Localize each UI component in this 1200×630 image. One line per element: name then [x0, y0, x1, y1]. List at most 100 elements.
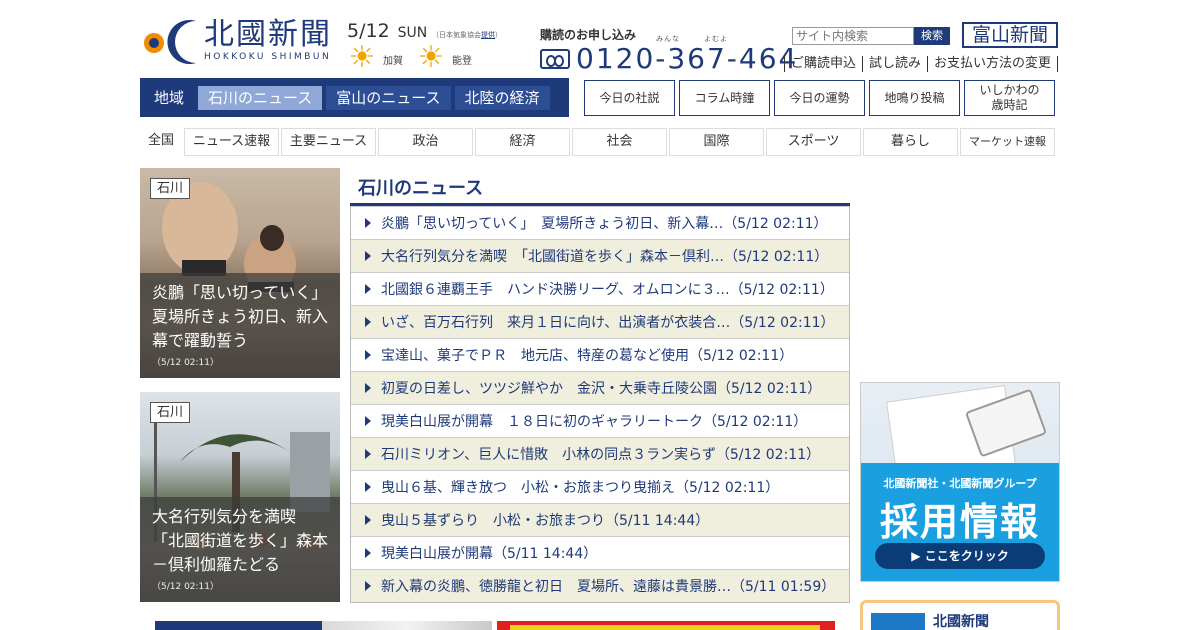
news-item-title: 宝達山、菓子でＰＲ 地元店、特産の葛など使用（5/12 02:11） [381, 348, 794, 364]
region-nav: 地域 石川のニュース 富山のニュース 北陸の経済 [140, 78, 569, 117]
sun-icon: ☀ [417, 40, 445, 75]
news-section-title: 石川のニュース [358, 178, 484, 199]
link-trial[interactable]: 試し読み [862, 56, 927, 72]
promo-name: 北國新聞 [933, 614, 989, 630]
region-tag: 石川 [150, 178, 191, 199]
feature-column-jisho[interactable]: コラム時鐘 [679, 80, 770, 116]
category-economy[interactable]: 経済 [475, 128, 570, 156]
category-breaking[interactable]: ニュース速報 [184, 128, 279, 156]
news-item[interactable]: 炎鵬「思い切っていく」 夏場所きょう初日、新入幕…（5/12 02:11） [351, 206, 849, 239]
feature-editorial[interactable]: 今日の社説 [584, 80, 675, 116]
phone-number: 0120-367-464 [576, 42, 799, 75]
news-item-title: 現美白山展が開幕（5/11 14:44） [381, 546, 598, 562]
site-search-input[interactable] [792, 27, 914, 45]
news-item[interactable]: 宝達山、菓子でＰＲ 地元店、特産の葛など使用（5/12 02:11） [351, 338, 849, 371]
weather-source-link[interactable]: 提供 [481, 31, 495, 39]
news-section-header: 石川のニュース [350, 170, 850, 206]
news-item[interactable]: 北國銀６連覇王手 ハンド決勝リーグ、オムロンに３…（5/12 02:11） [351, 272, 849, 305]
news-item-title: 炎鵬「思い切っていく」 夏場所きょう初日、新入幕…（5/12 02:11） [381, 216, 828, 232]
logo-subtitle: HOKKOKU SHIMBUN [204, 52, 332, 62]
weather-area-label: 能登 [452, 55, 472, 67]
feature-reader-posts[interactable]: 地鳴り投稿 [869, 80, 960, 116]
news-item[interactable]: 現美白山展が開幕（5/11 14:44） [351, 536, 849, 569]
hokkoku-promo-card[interactable]: 北國新聞 [860, 600, 1060, 630]
arrow-icon [365, 218, 371, 228]
news-item[interactable]: 曳山５基ずらり 小松・お旅まつり（5/11 14:44） [351, 503, 849, 536]
news-item[interactable]: 曳山６基、輝き放つ 小松・お旅まつり曳揃え（5/12 02:11） [351, 470, 849, 503]
category-society[interactable]: 社会 [572, 128, 667, 156]
tab-hokuriku-economy[interactable]: 北陸の経済 [454, 85, 550, 110]
feature-seasonal-calendar[interactable]: いしかわの歳時記 [964, 80, 1055, 116]
photo-card[interactable]: 石川 大名行列気分を満喫 「北國街道を歩く」森本－倶利伽羅たどる （5/12 0… [140, 392, 340, 602]
photo-title: 大名行列気分を満喫 「北國街道を歩く」森本－倶利伽羅たどる [152, 507, 329, 574]
arrow-icon [365, 350, 371, 360]
arrow-icon [365, 317, 371, 327]
news-item[interactable]: 石川ミリオン、巨人に惜敗 小林の同点３ラン実らず（5/12 02:11） [351, 437, 849, 470]
feature-fortune[interactable]: 今日の運勢 [774, 80, 865, 116]
arrow-icon [365, 416, 371, 426]
photo-caption: 炎鵬「思い切っていく」 夏場所きょう初日、新入幕で躍動誓う （5/12 02:1… [140, 273, 340, 378]
arrow-icon [365, 515, 371, 525]
arrow-icon [365, 449, 371, 459]
region-nav-label: 地域 [154, 88, 185, 107]
recruit-banner[interactable]: 北國新聞社・北國新聞グループ 採用情報 ▶ ここをクリック [860, 382, 1060, 582]
news-item[interactable]: 現美白山展が開幕 １８日に初のギャラリートーク（5/12 02:11） [351, 404, 849, 437]
weather-kaga[interactable]: ☀ 加賀 [347, 43, 403, 74]
news-item[interactable]: 初夏の日差し、ツツジ鮮やか 金沢・大乗寺丘陵公園（5/12 02:11） [351, 371, 849, 404]
header-links: ご購読申込 試し読み お支払い方法の変更 [784, 56, 1059, 72]
link-subscribe[interactable]: ご購読申込 [784, 56, 862, 72]
news-item[interactable]: いざ、百万石行列 来月１日に向け、出演者が衣装合…（5/12 02:11） [351, 305, 849, 338]
site-logo[interactable]: 北國新聞 HOKKOKU SHIMBUN [140, 16, 340, 66]
tab-ishikawa-news[interactable]: 石川のニュース [198, 85, 323, 110]
day-value: SUN [397, 25, 428, 41]
news-item-title: いざ、百万石行列 来月１日に向け、出演者が衣装合…（5/12 02:11） [381, 315, 835, 331]
link-payment-change[interactable]: お支払い方法の変更 [927, 56, 1059, 72]
photo-caption: 大名行列気分を満喫 「北國街道を歩く」森本－倶利伽羅たどる （5/12 02:1… [140, 497, 340, 602]
news-item-title: 初夏の日差し、ツツジ鮮やか 金沢・大乗寺丘陵公園（5/12 02:11） [381, 381, 822, 397]
current-date: 5/12 SUN [347, 20, 427, 42]
search-button[interactable]: 検索 [914, 27, 950, 45]
photo-time: （5/12 02:11） [152, 582, 220, 592]
toyama-shimbun-button[interactable]: 富山新聞 [962, 22, 1058, 48]
subscribe-title: 購読のお申し込み [540, 28, 637, 42]
news-item-title: 大名行列気分を満喫 「北國街道を歩く」森本－倶利…（5/12 02:11） [381, 249, 829, 265]
category-market[interactable]: マーケット速報 [960, 128, 1055, 156]
arrow-icon [365, 482, 371, 492]
photo-time: （5/12 02:11） [152, 358, 220, 368]
arrow-icon [365, 581, 371, 591]
weather-noto[interactable]: ☀ 能登 [416, 40, 472, 75]
banner-group-name: 北國新聞社・北國新聞グループ [883, 477, 1037, 490]
news-item[interactable]: 大名行列気分を満喫 「北國街道を歩く」森本－倶利…（5/12 02:11） [351, 239, 849, 272]
banner-title: 採用情報 [879, 500, 1040, 544]
date-value: 5/12 [347, 20, 390, 42]
subscribe-phone[interactable]: 0120-367-464 [540, 42, 798, 75]
arrow-icon [365, 284, 371, 294]
arrow-icon [365, 383, 371, 393]
logo-name: 北國新聞 [204, 17, 332, 52]
region-tag: 石川 [150, 402, 191, 423]
category-bar: 全国 ニュース速報 主要ニュース 政治 経済 社会 国際 スポーツ 暮らし マー… [140, 128, 1057, 158]
weather-source: （日本気象協会提供） [432, 31, 502, 39]
category-sports[interactable]: スポーツ [766, 128, 861, 156]
news-item[interactable]: 新入幕の炎鵬、徳勝龍と初日 夏場所、遠藤は貴景勝…（5/11 01:59） [351, 569, 849, 602]
category-living[interactable]: 暮らし [863, 128, 958, 156]
banner-click-button[interactable]: ▶ ここをクリック [875, 543, 1045, 569]
news-item-title: 北國銀６連覇王手 ハンド決勝リーグ、オムロンに３…（5/12 02:11） [381, 282, 834, 298]
category-all[interactable]: 全国 [140, 128, 182, 156]
free-dial-icon [540, 48, 570, 69]
news-item-title: 曳山５基ずらり 小松・お旅まつり（5/11 14:44） [381, 513, 710, 529]
news-list: 炎鵬「思い切っていく」 夏場所きょう初日、新入幕…（5/12 02:11） 大名… [350, 206, 850, 603]
category-top[interactable]: 主要ニュース [281, 128, 376, 156]
category-international[interactable]: 国際 [669, 128, 764, 156]
logo-mark-icon [140, 17, 198, 65]
news-item-title: 曳山６基、輝き放つ 小松・お旅まつり曳揃え（5/12 02:11） [381, 480, 780, 496]
photo-card[interactable]: 石川 炎鵬「思い切っていく」 夏場所きょう初日、新入幕で躍動誓う （5/12 0… [140, 168, 340, 378]
tab-toyama-news[interactable]: 富山のニュース [326, 85, 451, 110]
news-item-title: 現美白山展が開幕 １８日に初のギャラリートーク（5/12 02:11） [381, 414, 808, 430]
photo-title: 炎鵬「思い切っていく」 夏場所きょう初日、新入幕で躍動誓う [152, 283, 336, 350]
news-item-title: 石川ミリオン、巨人に惜敗 小林の同点３ラン実らず（5/12 02:11） [381, 447, 821, 463]
news-item-title: 新入幕の炎鵬、徳勝龍と初日 夏場所、遠藤は貴景勝…（5/11 01:59） [381, 579, 836, 595]
arrow-icon [365, 251, 371, 261]
category-politics[interactable]: 政治 [378, 128, 473, 156]
arrow-icon [365, 548, 371, 558]
